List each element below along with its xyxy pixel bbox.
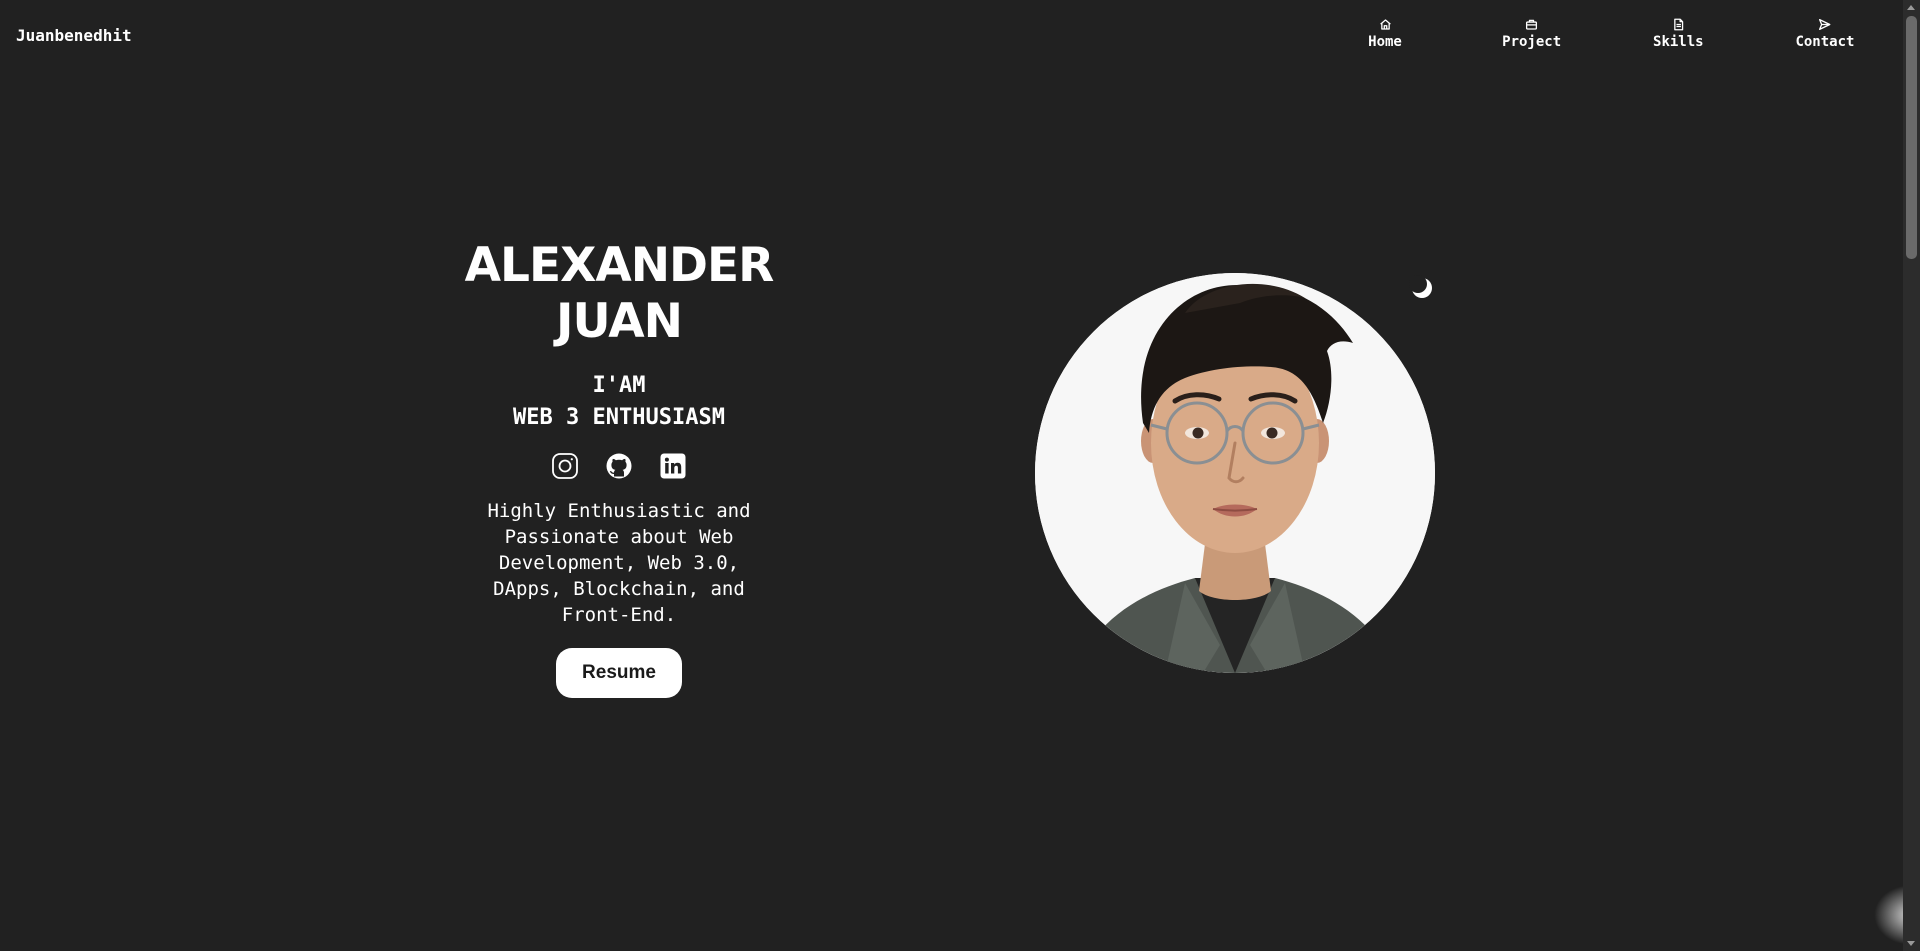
scrollbar-thumb[interactable] <box>1906 16 1917 259</box>
nav-label-skills: Skills <box>1653 34 1704 50</box>
main-nav: Home Project Skills Contact <box>1320 18 1890 50</box>
page-scrollbar[interactable] <box>1903 0 1920 951</box>
hero-description: Highly Enthusiastic and Passionate about… <box>487 500 751 626</box>
brand-logo[interactable]: Juanbenedhit <box>16 26 132 45</box>
github-link[interactable] <box>605 452 633 480</box>
nav-item-home[interactable]: Home <box>1320 18 1450 50</box>
send-icon <box>1818 18 1831 31</box>
resume-button[interactable]: Resume <box>556 648 682 698</box>
nav-label-project: Project <box>1502 34 1562 50</box>
hero-role-prefix: I'AM <box>592 373 646 398</box>
portfolio-page: Juanbenedhit Home Project Skills Contact… <box>0 0 1920 951</box>
nav-item-contact[interactable]: Contact <box>1760 18 1890 50</box>
social-links <box>440 452 798 480</box>
nav-label-home: Home <box>1368 34 1402 50</box>
moon-icon <box>1408 274 1436 302</box>
hero-role: I'AM WEB 3 ENTHUSIASM <box>440 370 798 434</box>
briefcase-icon <box>1525 18 1538 31</box>
document-icon <box>1672 18 1685 31</box>
hero-name-last: JUAN <box>556 294 683 349</box>
profile-photo <box>1035 273 1435 673</box>
theme-toggle-button[interactable] <box>1408 274 1436 302</box>
nav-label-contact: Contact <box>1795 34 1855 50</box>
hero-name: ALEXANDER JUAN <box>440 238 798 350</box>
instagram-icon <box>551 452 579 480</box>
hero-role-title: WEB 3 ENTHUSIASM <box>513 405 725 430</box>
instagram-link[interactable] <box>551 452 579 480</box>
scroll-down-arrow-icon[interactable] <box>1907 941 1915 946</box>
scroll-up-arrow-icon[interactable] <box>1907 5 1915 10</box>
linkedin-link[interactable] <box>659 452 687 480</box>
hero-name-first: ALEXANDER <box>464 238 775 293</box>
home-icon <box>1379 18 1392 31</box>
github-icon <box>605 452 633 480</box>
nav-item-skills[interactable]: Skills <box>1613 18 1743 50</box>
linkedin-icon <box>659 452 687 480</box>
hero-intro: ALEXANDER JUAN I'AM WEB 3 ENTHUSIASM Hig… <box>440 238 798 698</box>
nav-item-project[interactable]: Project <box>1467 18 1597 50</box>
